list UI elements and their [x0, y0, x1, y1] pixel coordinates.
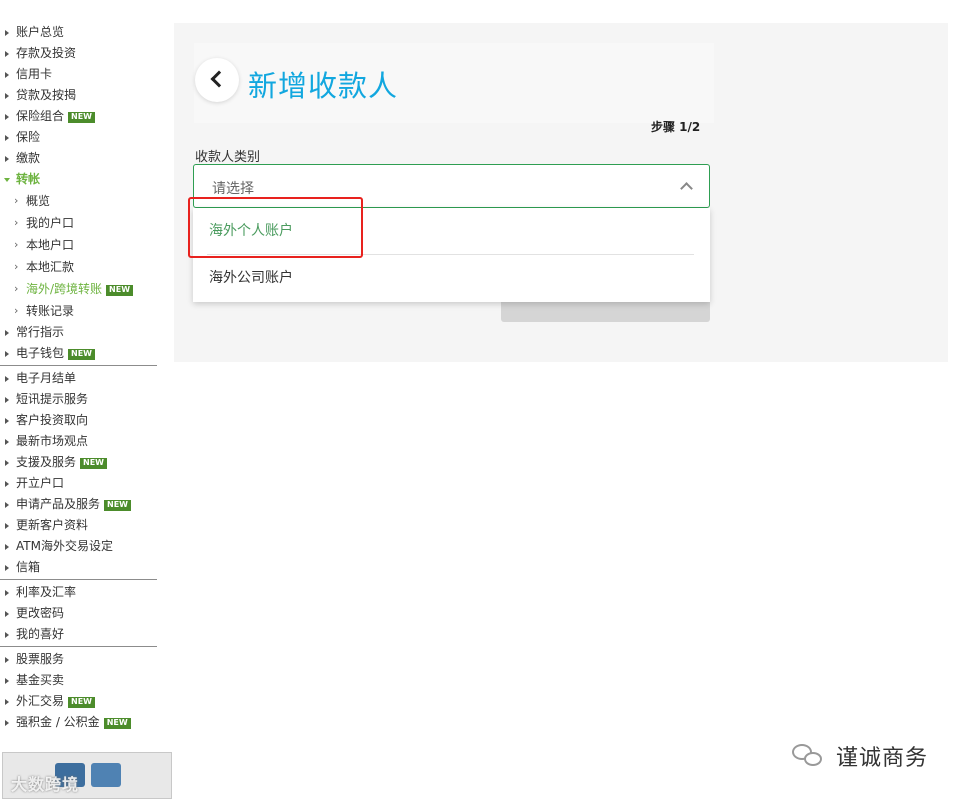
- sidebar-item-e-statement[interactable]: 电子月结单: [0, 368, 157, 389]
- arrow-right-icon: [5, 460, 9, 466]
- arrow-right-icon: [5, 30, 9, 36]
- sidebar-item-change-password[interactable]: 更改密码: [0, 603, 157, 624]
- sidebar-item-stocks[interactable]: 股票服务: [0, 649, 157, 670]
- sidebar-item-insurance[interactable]: 保险: [0, 127, 157, 148]
- new-badge: NEW: [68, 697, 95, 708]
- new-badge: NEW: [68, 349, 95, 360]
- wechat-watermark: 谨诚商务: [792, 740, 942, 774]
- sidebar-item-open-account[interactable]: 开立户口: [0, 473, 157, 494]
- chevron-right-icon: ›: [14, 304, 19, 317]
- chevron-up-icon: [680, 182, 693, 195]
- chevron-right-icon: ›: [14, 216, 19, 229]
- select-placeholder: 请选择: [212, 181, 254, 197]
- wechat-account-name: 谨诚商务: [836, 746, 929, 771]
- sidebar-item-loans[interactable]: 贷款及按揭: [0, 85, 157, 106]
- sidebar-item-sms-alerts[interactable]: 短讯提示服务: [0, 389, 157, 410]
- arrow-right-icon: [5, 565, 9, 571]
- step-indicator: 步骤 1/2: [651, 120, 701, 134]
- arrow-right-icon: [5, 351, 9, 357]
- sidebar-item-investment-profile[interactable]: 客户投资取向: [0, 410, 157, 431]
- arrow-right-icon: [5, 93, 9, 99]
- arrow-right-icon: [5, 502, 9, 508]
- arrow-right-icon: [5, 330, 9, 336]
- sidebar-item-atm-overseas[interactable]: ATM海外交易设定: [0, 536, 157, 557]
- sidebar-divider: [0, 646, 157, 647]
- main-panel: 新增收款人 步骤 1/2 收款人类别 请选择: [174, 23, 948, 362]
- sidebar-item-e-wallet[interactable]: 电子钱包 NEW: [0, 343, 157, 364]
- payee-type-label: 收款人类别: [195, 150, 261, 165]
- sidebar-item-market-views[interactable]: 最新市场观点: [0, 431, 157, 452]
- arrow-right-icon: [5, 632, 9, 638]
- sidebar-subitem-local-accounts[interactable]: › 本地户口: [0, 234, 157, 256]
- arrow-right-icon: [5, 72, 9, 78]
- sidebar-item-mailbox[interactable]: 信箱: [0, 557, 157, 578]
- sidebar-item-account-overview[interactable]: 账户总览: [0, 22, 157, 43]
- arrow-right-icon: [5, 156, 9, 162]
- arrow-right-icon: [5, 51, 9, 57]
- new-badge: NEW: [106, 285, 134, 296]
- page-title: 新增收款人: [248, 69, 399, 103]
- chevron-left-icon: [210, 70, 228, 88]
- sidebar-item-apply-products[interactable]: 申请产品及服务 NEW: [0, 494, 157, 515]
- arrow-down-icon: [4, 178, 10, 182]
- sidebar-item-standing-instructions[interactable]: 常行指示: [0, 322, 157, 343]
- sidebar-divider: [0, 365, 157, 366]
- arrow-right-icon: [5, 720, 9, 726]
- chevron-right-icon: ›: [14, 194, 19, 207]
- arrow-right-icon: [5, 135, 9, 141]
- wechat-icon: [792, 742, 822, 768]
- arrow-right-icon: [5, 481, 9, 487]
- arrow-right-icon: [5, 678, 9, 684]
- sidebar-item-funds[interactable]: 基金买卖: [0, 670, 157, 691]
- watermark-text: 大数跨境: [11, 775, 80, 794]
- sidebar-item-fx[interactable]: 外汇交易 NEW: [0, 691, 157, 712]
- arrow-right-icon: [5, 544, 9, 550]
- highlight-annotation-box: [188, 197, 363, 258]
- arrow-right-icon: [5, 523, 9, 529]
- sidebar-item-update-profile[interactable]: 更新客户资料: [0, 515, 157, 536]
- sidebar-item-deposits[interactable]: 存款及投资: [0, 43, 157, 64]
- new-badge: NEW: [104, 500, 131, 511]
- sidebar-divider: [0, 579, 157, 580]
- sidebar-item-credit-card[interactable]: 信用卡: [0, 64, 157, 85]
- chevron-right-icon: ›: [14, 238, 19, 251]
- new-badge: NEW: [103, 718, 131, 729]
- sidebar-item-preferences[interactable]: 我的喜好: [0, 624, 157, 645]
- option-overseas-company[interactable]: 海外公司账户: [193, 255, 710, 301]
- sidebar-subitem-my-accounts[interactable]: › 我的户口: [0, 212, 157, 234]
- arrow-right-icon: [5, 376, 9, 382]
- chevron-right-icon: ›: [14, 260, 19, 273]
- sidebar-item-support[interactable]: 支援及服务 NEW: [0, 452, 157, 473]
- new-badge: NEW: [80, 458, 107, 469]
- arrow-right-icon: [5, 590, 9, 596]
- sidebar-subitem-transfer-records[interactable]: › 转账记录: [0, 300, 157, 322]
- arrow-right-icon: [5, 611, 9, 617]
- card-icon: [91, 763, 121, 787]
- sidebar-nav: 账户总览 存款及投资 信用卡 贷款及按揭 保险组合 NEW 保险 缴款 转帐 › 概…: [0, 0, 172, 799]
- back-button[interactable]: [195, 58, 239, 102]
- sidebar-item-transfer[interactable]: 转帐: [0, 169, 157, 190]
- arrow-right-icon: [5, 439, 9, 445]
- sidebar-item-rates[interactable]: 利率及汇率: [0, 582, 157, 603]
- sidebar-promo-banner[interactable]: 大数跨境: [2, 752, 172, 799]
- sidebar-item-insurance-portfolio[interactable]: 保险组合 NEW: [0, 106, 157, 127]
- sidebar-subitem-overview[interactable]: › 概览: [0, 190, 157, 212]
- sidebar-subitem-overseas-transfer[interactable]: › 海外/跨境转账 NEW: [0, 278, 157, 300]
- arrow-right-icon: [5, 699, 9, 705]
- sidebar-item-mpf[interactable]: 强积金 / 公积金 NEW: [0, 712, 157, 733]
- new-badge: NEW: [68, 112, 95, 123]
- sidebar-subitem-local-remittance[interactable]: › 本地汇款: [0, 256, 157, 278]
- sidebar-item-payments[interactable]: 缴款: [0, 148, 157, 169]
- arrow-right-icon: [5, 418, 9, 424]
- chevron-right-icon: ›: [14, 282, 19, 295]
- arrow-right-icon: [5, 114, 9, 120]
- arrow-right-icon: [5, 657, 9, 663]
- arrow-right-icon: [5, 397, 9, 403]
- nav-group-accounts: 账户总览 存款及投资 信用卡 贷款及按揭 保险组合 NEW 保险 缴款 转帐 › 概…: [0, 22, 157, 733]
